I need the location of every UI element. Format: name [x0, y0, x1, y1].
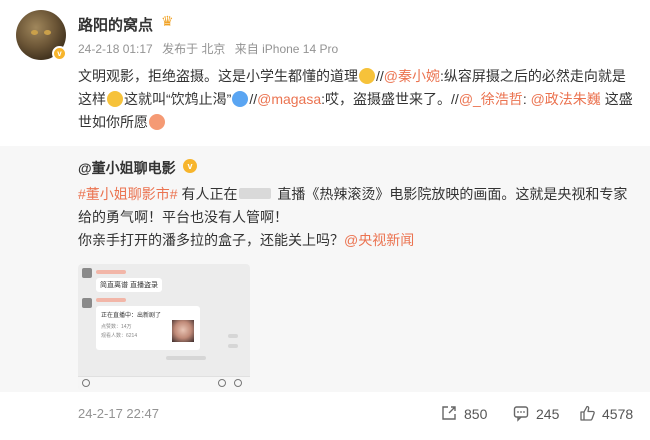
card-title: 正在直播中：出新剧了	[101, 313, 162, 319]
chat-bubble: 简直离谱 直播盗录	[96, 278, 162, 292]
comment-icon	[513, 406, 529, 422]
avatar-eye-right	[44, 30, 51, 35]
gold-verified-icon: v	[52, 46, 67, 61]
like-count: 4578	[602, 406, 634, 422]
post-text: 文明观影，拒绝盗摄。这是小学生都懂的道理//@秦小婉:纵容屏摄之后的必然走向就是…	[78, 65, 636, 134]
chat-avatar	[82, 298, 92, 308]
avatar-eye-left	[31, 30, 38, 35]
live-share-card: 正在直播中：出新剧了 点赞数：14万 观看人数：6214	[96, 306, 200, 350]
hands-emoji-icon	[232, 91, 249, 107]
post-text-segment: :哎，盗摄盛世来了。//	[321, 91, 459, 107]
post-location: 发布于 北京	[162, 42, 226, 56]
chat-username-redacted	[96, 270, 126, 274]
chat-placeholder	[228, 344, 238, 348]
chat-placeholder	[228, 334, 238, 338]
author-name[interactable]: 路阳的窝点	[78, 14, 153, 35]
mention-link[interactable]: @政法朱巍	[531, 91, 601, 107]
chat-placeholder	[166, 356, 206, 360]
repost-button[interactable]: 850	[440, 404, 487, 422]
repost-block[interactable]: @董小姐聊电影 v #董小姐聊影市# 有人正在 直播《热辣滚烫》电影院放映的画面…	[0, 146, 650, 392]
card-line: 观看人数：6214	[101, 333, 138, 339]
post-text-segment: 文明观影，拒绝盗摄。这是小学生都懂的道理	[78, 68, 358, 84]
chat-screenshot-thumbnail[interactable]: 简直离谱 直播盗录 正在直播中：出新剧了 点赞数：14万 观看人数：6214	[78, 264, 250, 390]
mention-link[interactable]: @magasa	[257, 91, 321, 107]
plus-icon	[234, 379, 242, 387]
share-icon	[442, 406, 456, 420]
repost-text: #董小姐聊影市# 有人正在 直播《热辣滚烫》电影院放映的画面。这就是央视和专家给…	[78, 183, 638, 252]
repost-text-segment: 你亲手打开的潘多拉的盒子，还能关上吗？	[78, 232, 344, 248]
repost-text-segment: 有人正在	[177, 186, 238, 202]
emoji-icon	[218, 379, 226, 387]
voice-icon	[82, 379, 90, 387]
post-text-segment: 这就叫“饮鸩止渴”	[124, 91, 232, 107]
repost-author[interactable]: @董小姐聊电影	[78, 158, 176, 178]
post-text-segment: //	[376, 68, 384, 84]
smirk-emoji-icon	[359, 68, 375, 84]
card-line: 点赞数：14万	[101, 324, 132, 330]
gold-verified-icon: v	[183, 159, 197, 173]
comment-count: 245	[536, 406, 560, 422]
post-text-segment: :	[522, 91, 531, 107]
chat-avatar	[82, 268, 92, 278]
kiss-emoji-icon	[149, 114, 165, 130]
hashtag-link[interactable]: #董小姐聊影市#	[78, 186, 178, 202]
post-meta: 24-2-18 01:17 发布于 北京 来自 iPhone 14 Pro	[78, 40, 344, 57]
repost-count: 850	[464, 406, 488, 422]
repost-time[interactable]: 24-2-17 22:47	[78, 406, 159, 421]
shocked-emoji-icon	[107, 91, 123, 107]
chat-username-redacted	[96, 298, 126, 302]
crown-badge-icon: ♛	[161, 13, 174, 29]
mention-link[interactable]: @秦小婉	[384, 68, 440, 84]
post-device: 来自 iPhone 14 Pro	[234, 42, 339, 56]
comment-button[interactable]: 245	[512, 404, 559, 422]
post-datetime[interactable]: 24-2-18 01:17	[78, 42, 153, 56]
card-thumbnail-image	[172, 320, 194, 342]
blurred-name-mask	[239, 188, 272, 199]
chat-input-bar	[78, 376, 250, 390]
post-text-segment: //	[249, 91, 258, 107]
like-button[interactable]: 4578	[578, 404, 633, 422]
like-icon	[580, 405, 595, 421]
weibo-post: v 路阳的窝点 ♛ 24-2-18 01:17 发布于 北京 来自 iPhone…	[0, 0, 650, 440]
mention-link[interactable]: @央视新闻	[344, 232, 414, 248]
mention-link[interactable]: @_徐浩哲	[459, 91, 523, 107]
